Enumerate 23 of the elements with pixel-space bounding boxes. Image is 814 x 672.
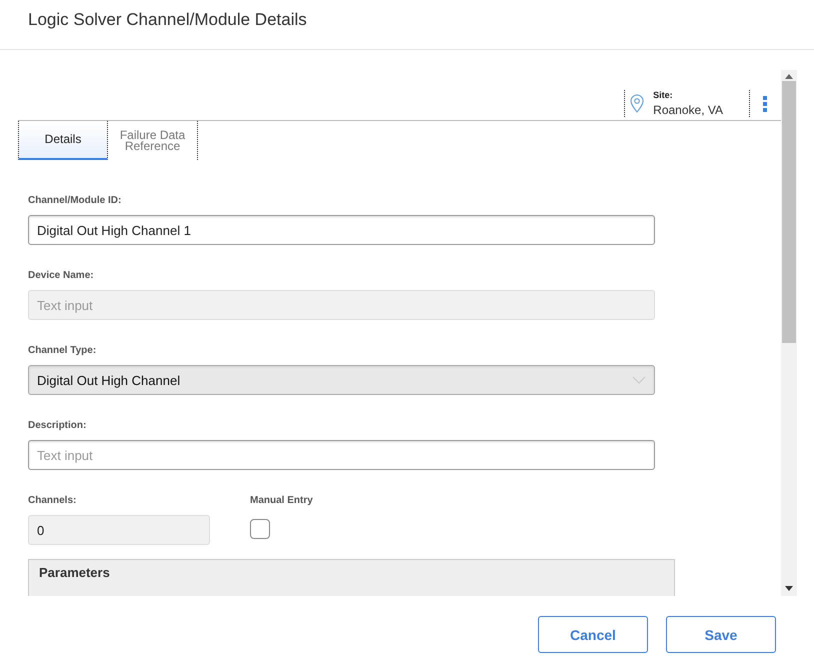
- chevron-down-icon: [632, 376, 646, 384]
- dialog-title: Logic Solver Channel/Module Details: [28, 10, 307, 30]
- field-label: Channel Type:: [28, 345, 96, 356]
- location-pin-icon: [630, 94, 644, 113]
- checkbox[interactable]: [250, 519, 270, 539]
- site-value: Roanoke, VA: [653, 103, 723, 117]
- field-label: Channels:: [28, 495, 76, 506]
- tab[interactable]: Failure Data Reference: [108, 121, 198, 160]
- dialog-button[interactable]: Save: [666, 616, 776, 653]
- scrollbar-thumb[interactable]: [782, 81, 796, 343]
- field-label: Description:: [28, 420, 86, 431]
- more-options-icon[interactable]: [763, 96, 767, 112]
- field-label: Channel/Module ID:: [28, 195, 122, 206]
- scroll-down-icon[interactable]: [785, 586, 793, 591]
- section-title: Parameters: [39, 565, 110, 580]
- site-label: Site:: [653, 90, 674, 100]
- input-field[interactable]: Text input: [28, 440, 655, 470]
- field-label: Device Name:: [28, 270, 94, 281]
- input-field[interactable]: Digital Out High Channel 1: [28, 215, 655, 245]
- tab[interactable]: Details: [18, 121, 108, 160]
- dialog-button[interactable]: Cancel: [538, 616, 648, 653]
- scroll-up-icon[interactable]: [785, 74, 793, 79]
- checkbox-label: Manual Entry: [250, 495, 313, 506]
